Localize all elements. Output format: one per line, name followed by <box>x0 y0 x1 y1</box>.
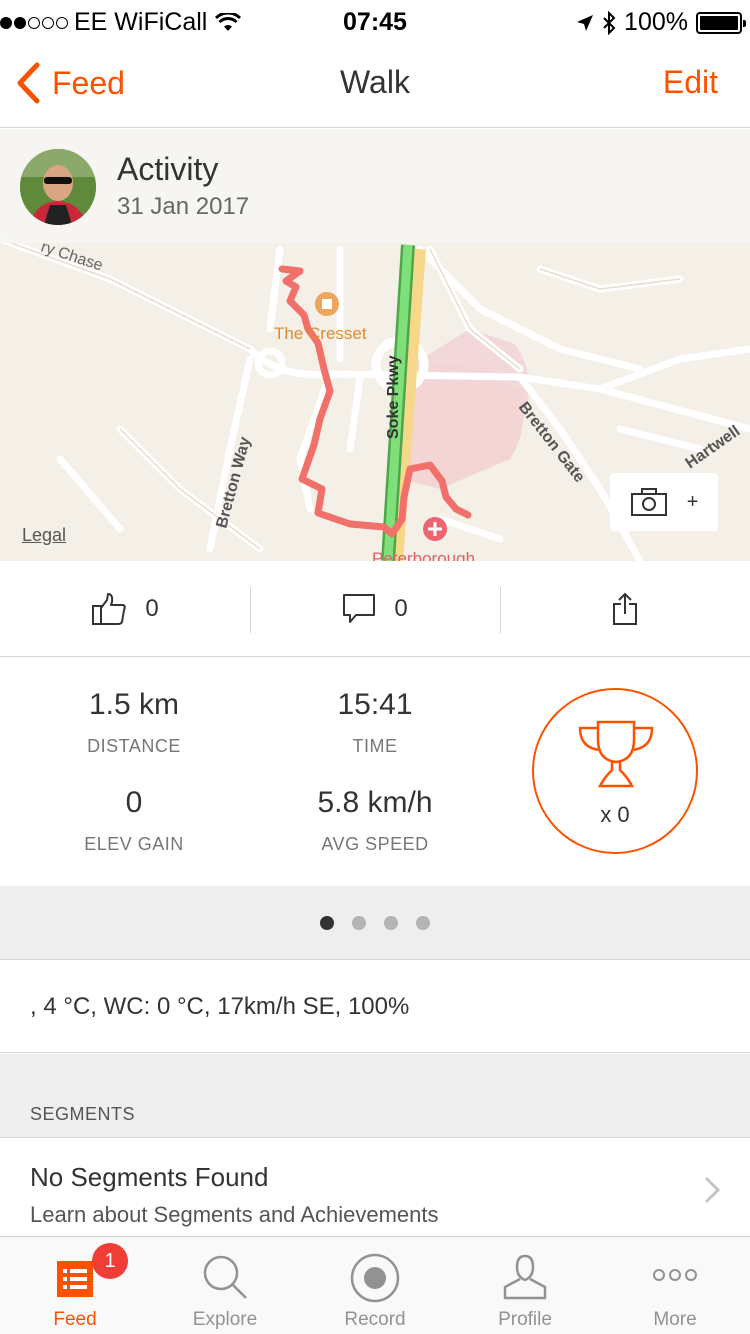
profile-icon <box>503 1254 547 1300</box>
weather-summary: , 4 °C, WC: 0 °C, 17km/h SE, 100% <box>0 961 750 1053</box>
feed-icon <box>57 1261 93 1297</box>
elev-value: 0 <box>125 786 143 819</box>
distance-stat: 1.5 km DISTANCE <box>14 688 254 757</box>
tab-label: Explore <box>192 1309 258 1330</box>
search-icon <box>203 1255 247 1299</box>
bluetooth-icon <box>603 10 616 35</box>
speed-label: AVG SPEED <box>321 834 429 854</box>
segments-row[interactable]: No Segments Found Learn about Segments a… <box>0 1138 750 1238</box>
add-photo-plus: + <box>686 490 699 513</box>
nav-bar: Feed Walk Edit <box>0 40 750 128</box>
status-bar: EE WiFiCall 07:45 100% <box>0 0 750 40</box>
distance-value: 1.5 km <box>88 688 180 721</box>
segments-empty-title: No Segments Found <box>30 1162 269 1192</box>
tab-label: Record <box>344 1309 406 1330</box>
location-arrow-icon <box>577 14 594 31</box>
map-label-soke: Soke Pkwy <box>385 355 402 439</box>
tab-profile[interactable]: Profile <box>450 1237 600 1334</box>
page-title: Walk <box>340 64 410 100</box>
activity-date: 31 Jan 2017 <box>117 193 250 220</box>
trophy-icon <box>578 720 654 788</box>
tab-bar: 1 Feed Explore Record Profile More <box>0 1236 750 1334</box>
achievements-button[interactable]: x 0 <box>532 688 698 854</box>
segments-learn-link: Learn about Segments and Achievements <box>30 1202 439 1227</box>
tab-explore[interactable]: Explore <box>150 1237 300 1334</box>
distance-label: DISTANCE <box>87 736 181 756</box>
tab-record[interactable]: Record <box>300 1237 450 1334</box>
tab-label: More <box>653 1309 697 1330</box>
tab-feed[interactable]: 1 Feed <box>0 1237 150 1334</box>
comment-button[interactable]: 0 <box>250 561 500 656</box>
legal-link[interactable]: Legal <box>22 525 66 546</box>
segments-title: SEGMENTS <box>30 1104 136 1124</box>
status-right: 100% <box>576 8 746 37</box>
map-label-place: The Cresset <box>274 324 367 343</box>
comment-count: 0 <box>394 594 408 622</box>
speed-stat: 5.8 km/h AVG SPEED <box>255 786 495 855</box>
map-label-hospital: Peterborough <box>372 549 475 561</box>
avatar-image <box>20 149 96 225</box>
battery-icon <box>696 11 746 34</box>
chevron-right-icon <box>704 1176 720 1204</box>
map-label-bretton-gate: Bretton Gate <box>515 399 588 486</box>
comment-icon <box>343 593 376 623</box>
pager-dot[interactable] <box>320 915 334 930</box>
add-photo-button[interactable]: + <box>610 473 718 531</box>
speed-value: 5.8 km/h <box>317 786 433 819</box>
more-icon <box>653 1269 697 1281</box>
kudos-count: 0 <box>145 594 159 622</box>
map-label-bretton-way: Bretton Way <box>213 435 254 530</box>
pager-dot[interactable] <box>384 915 398 930</box>
time-stat: 15:41 TIME <box>255 688 495 757</box>
trophy-count: x 0 <box>600 802 630 827</box>
edit-button[interactable]: Edit <box>663 64 718 101</box>
avatar[interactable] <box>20 149 96 225</box>
segments-header: SEGMENTS <box>0 1054 750 1138</box>
activity-header: Activity 31 Jan 2017 <box>0 129 750 243</box>
tab-label: Feed <box>53 1309 97 1330</box>
time-label: TIME <box>352 736 398 756</box>
elev-stat: 0 ELEV GAIN <box>14 786 254 855</box>
camera-icon <box>630 488 667 516</box>
social-bar: 0 0 <box>0 561 750 657</box>
time-value: 15:41 <box>337 688 413 721</box>
thumbs-up-icon <box>92 592 127 625</box>
map-label-chase: ry Chase <box>39 239 105 275</box>
record-icon <box>350 1253 400 1303</box>
activity-name: Activity <box>117 151 219 187</box>
route-map[interactable]: ry Chase The Cresset Soke Pkwy Bretton W… <box>0 129 750 561</box>
pager-dot[interactable] <box>416 915 430 930</box>
stats-pager[interactable] <box>0 886 750 960</box>
share-icon <box>613 592 637 625</box>
elev-label: ELEV GAIN <box>84 834 184 854</box>
tab-label: Profile <box>498 1309 552 1330</box>
activity-stats: 1.5 km DISTANCE 15:41 TIME 0 ELEV GAIN 5… <box>0 658 750 886</box>
kudos-button[interactable]: 0 <box>0 561 250 656</box>
battery-percent: 100% <box>624 8 688 36</box>
feed-badge: 1 <box>92 1243 128 1279</box>
tab-more[interactable]: More <box>600 1237 750 1334</box>
pager-dot[interactable] <box>352 915 366 930</box>
share-button[interactable] <box>500 561 750 656</box>
